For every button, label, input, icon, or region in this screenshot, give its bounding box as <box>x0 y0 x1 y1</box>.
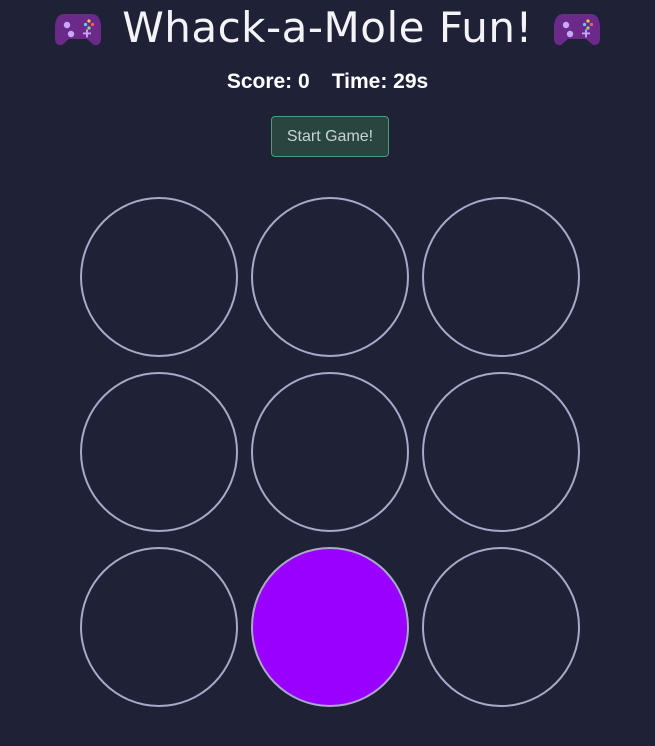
mole-hole[interactable] <box>422 372 580 532</box>
mole-hole[interactable] <box>422 197 580 357</box>
mole-hole[interactable] <box>80 547 238 707</box>
score-display: Score: 0 <box>226 70 310 93</box>
stats-bar: Score: 0 Time: 29s <box>0 70 655 94</box>
mole-hole-active[interactable] <box>251 547 409 707</box>
mole-hole[interactable] <box>251 197 409 357</box>
gamepad-icon <box>55 14 102 46</box>
gamepad-icon <box>553 14 600 46</box>
title-row: Whack-a-Mole Fun! <box>0 0 655 56</box>
mole-hole[interactable] <box>251 372 409 532</box>
mole-hole[interactable] <box>80 372 238 532</box>
mole-board <box>80 197 580 709</box>
mole-hole[interactable] <box>80 197 238 357</box>
page-title: Whack-a-Mole Fun! <box>122 3 533 52</box>
start-game-button[interactable]: Start Game! <box>271 116 389 157</box>
mole-hole[interactable] <box>422 547 580 707</box>
game-page: Whack-a-Mole Fun! Score: 0 Time: 29s Sta… <box>0 0 655 746</box>
timer-display: Time: 29s <box>331 70 429 93</box>
